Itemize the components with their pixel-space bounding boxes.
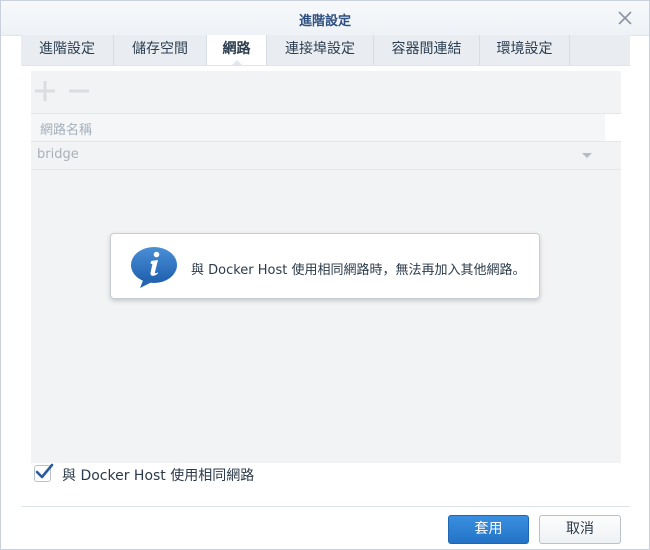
- use-host-network-label: 與 Docker Host 使用相同網路: [62, 468, 255, 484]
- network-table-header: 網路名稱: [31, 113, 605, 142]
- minus-icon[interactable]: [67, 79, 91, 103]
- close-icon[interactable]: [615, 8, 635, 28]
- tab-label: 連接埠設定: [285, 41, 355, 57]
- info-speech-bubble-icon: [130, 245, 180, 289]
- active-tab-indicator: [230, 60, 243, 66]
- apply-button[interactable]: 套用: [448, 515, 529, 544]
- column-header-network-name: 網路名稱: [40, 123, 93, 138]
- tab-bar: 進階設定 儲存空間 網路 連接埠設定 容器間連結 環境設定: [21, 35, 630, 66]
- advanced-settings-dialog: 進階設定 進階設定 儲存空間 網路 連接埠設定 容器間連結 環境設定 網路名稱 …: [0, 0, 650, 550]
- tab-label: 網路: [222, 41, 251, 57]
- footer-divider: [21, 506, 630, 507]
- table-row[interactable]: bridge: [31, 142, 621, 170]
- chevron-down-icon[interactable]: [582, 153, 592, 158]
- plus-icon[interactable]: [33, 79, 57, 103]
- tab-port-settings[interactable]: 連接埠設定: [267, 35, 374, 65]
- cancel-button[interactable]: 取消: [539, 515, 621, 544]
- network-select-value: bridge: [37, 147, 79, 162]
- tab-storage[interactable]: 儲存空間: [114, 35, 207, 65]
- use-host-network-checkbox[interactable]: [34, 463, 54, 482]
- title-bar: 進階設定: [1, 1, 649, 36]
- tab-environment[interactable]: 環境設定: [480, 35, 570, 65]
- tab-label: 環境設定: [496, 41, 553, 57]
- tab-advanced-settings[interactable]: 進階設定: [21, 35, 114, 65]
- tab-links[interactable]: 容器間連結: [374, 35, 480, 65]
- info-message: 與 Docker Host 使用相同網路時，無法再加入其他網路。: [191, 263, 526, 278]
- dialog-title: 進階設定: [298, 14, 351, 29]
- tab-label: 進階設定: [39, 41, 95, 57]
- table-header-spacer: [605, 113, 621, 142]
- tab-network[interactable]: 網路: [207, 35, 267, 66]
- info-tooltip: 與 Docker Host 使用相同網路時，無法再加入其他網路。: [110, 233, 540, 299]
- tab-label: 容器間連結: [391, 41, 462, 57]
- checkmark-icon: [35, 463, 54, 479]
- network-toolbar: [31, 71, 621, 111]
- tab-label: 儲存空間: [132, 41, 188, 57]
